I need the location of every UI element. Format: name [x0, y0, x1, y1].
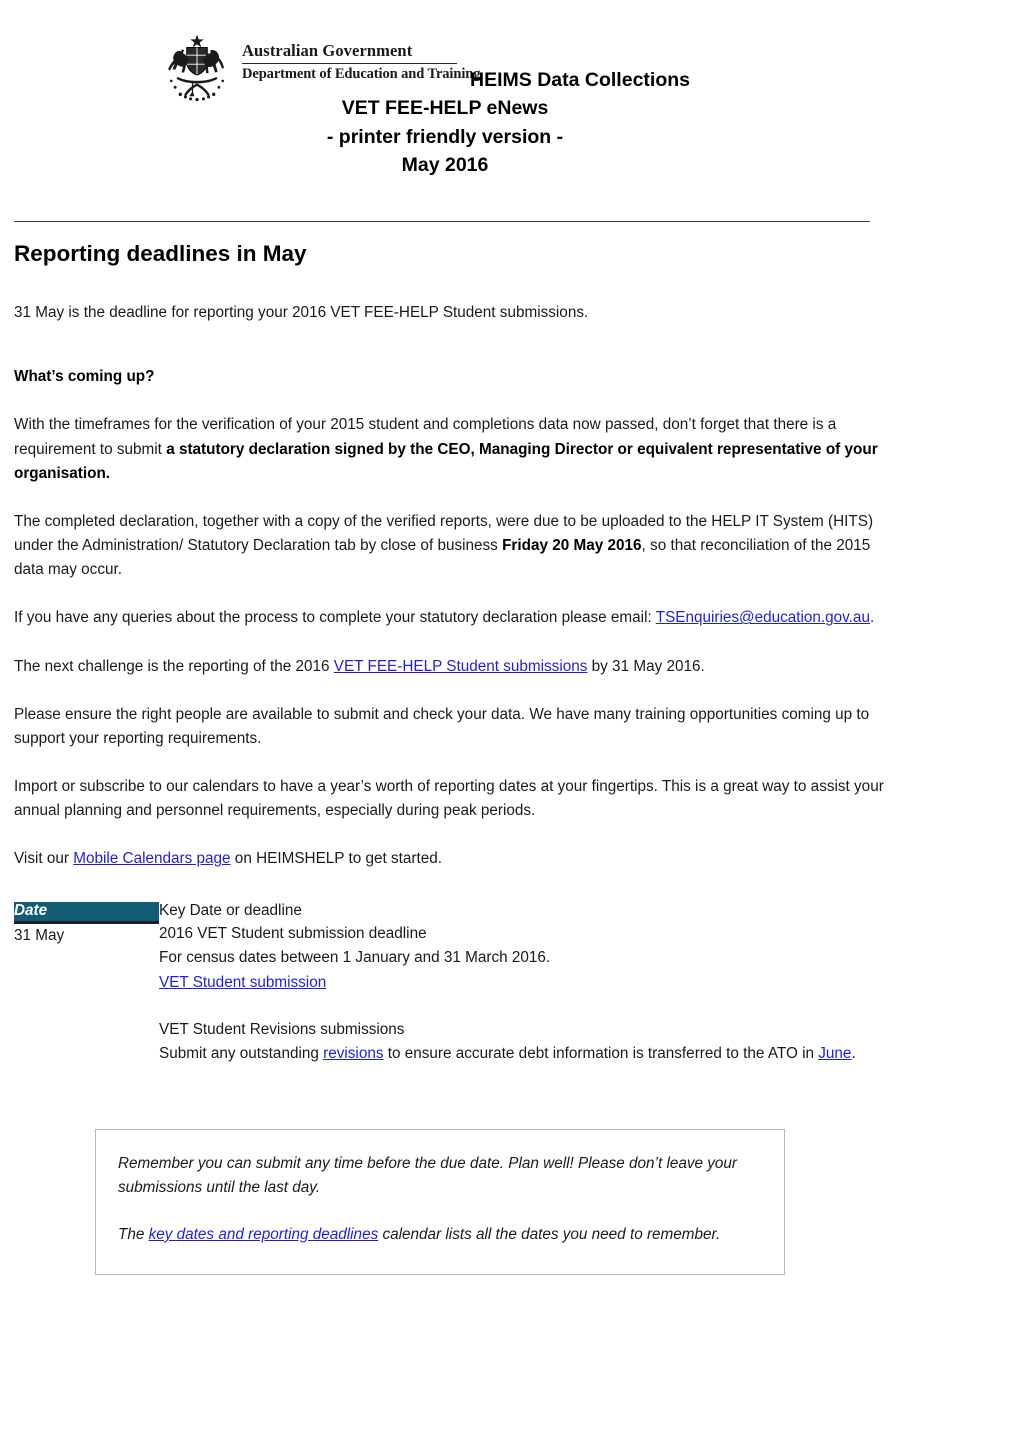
title-vet-fee-help-enews: VET FEE-HELP eNews [341, 97, 549, 120]
june-link[interactable]: June [818, 1045, 851, 1062]
row-deadline-title: 2016 VET Student submission deadline [159, 925, 427, 943]
table-header-row: Date Key Date or deadline [14, 902, 894, 924]
masthead: Australian Government Department of Educ… [0, 0, 1020, 190]
header-divider-rule [14, 221, 870, 222]
title-heims-data-collections: HEIMS Data Collections [470, 69, 690, 91]
table-row: 31 May 2016 VET Student submission deadl… [14, 922, 894, 1066]
row-revisions-detail: Submit any outstanding revisions to ensu… [159, 1042, 894, 1066]
callout-text-lead: The [118, 1225, 149, 1243]
key-dates-and-reporting-deadlines-link[interactable]: key dates and reporting deadlines [149, 1226, 379, 1243]
row-description-cell: 2016 VET Student submission deadline For… [159, 922, 894, 1066]
vet-fee-help-student-submissions-link[interactable]: VET FEE-HELP Student submissions [334, 658, 588, 675]
mobile-calendars-page-link[interactable]: Mobile Calendars page [73, 850, 230, 867]
revisions-text-mid: to ensure accurate debt information is t… [383, 1044, 819, 1062]
queries-text-lead: If you have any queries about the proces… [14, 609, 656, 627]
queries-text-tail: . [869, 609, 875, 627]
next-text-lead: The next challenge is the reporting of t… [14, 657, 334, 675]
callout-text-tail: calendar lists all the dates you need to… [378, 1225, 721, 1243]
key-dates-table: Date Key Date or deadline 31 May 2016 VE… [14, 902, 894, 1066]
revisions-link[interactable]: revisions [323, 1045, 383, 1062]
row-date-cell: 31 May [14, 926, 65, 944]
callout-key-dates-paragraph: The key dates and reporting deadlines ca… [118, 1223, 758, 1247]
visit-text-tail: on HEIMSHELP to get started. [230, 850, 442, 868]
next-text-tail: by 31 May 2016. [587, 657, 705, 675]
next-challenge-paragraph: The next challenge is the reporting of t… [14, 655, 894, 679]
revisions-text-tail: . [851, 1044, 856, 1062]
visit-text-lead: Visit our [14, 850, 74, 868]
page-title: Reporting deadlines in May [14, 241, 307, 266]
declaration-upload-paragraph: The completed declaration, together with… [14, 510, 894, 582]
reminder-callout-box: Remember you can submit any time before … [95, 1129, 785, 1275]
row-revisions-title: VET Student Revisions submissions [159, 1020, 405, 1038]
row-census-dates: For census dates between 1 January and 3… [159, 949, 551, 967]
document-body: Reporting deadlines in May 31 May is the… [14, 240, 894, 1066]
statutory-declaration-paragraph: With the timeframes for the verification… [14, 413, 894, 485]
title-issue-date: May 2016 [401, 153, 489, 176]
branding-divider [242, 62, 457, 64]
deadline-intro-paragraph: 31 May is the deadline for reporting you… [14, 304, 589, 322]
australian-government-label: Australian Government [242, 41, 413, 60]
queries-paragraph: If you have any queries about the proces… [14, 606, 894, 630]
title-printer-friendly-version: - printer friendly version - [326, 125, 564, 148]
right-people-paragraph: Please ensure the right people are avail… [14, 705, 870, 747]
whats-coming-up-heading: What’s coming up? [14, 368, 155, 386]
visit-mobile-calendars-paragraph: Visit our Mobile Calendars page on HEIMS… [14, 847, 894, 871]
column-header-date: Date [14, 902, 159, 924]
calendars-subscribe-paragraph: Import or subscribe to our calendars to … [14, 778, 884, 820]
callout-reminder-paragraph: Remember you can submit any time before … [118, 1155, 738, 1197]
row-spacer [159, 995, 894, 1018]
revisions-text-lead: Submit any outstanding [159, 1044, 324, 1062]
declaration-due-date: Friday 20 May 2016 [502, 537, 642, 555]
newsletter-title-block: HEIMS Data Collections VET FEE-HELP eNew… [200, 66, 690, 179]
vet-student-submission-link[interactable]: VET Student submission [159, 974, 326, 991]
column-header-key-date-or-deadline: Key Date or deadline [159, 902, 302, 920]
tsenquiries-email-link[interactable]: TSEnquiries@education.gov.au [656, 609, 870, 626]
callout-spacer [118, 1201, 758, 1223]
document-page: Australian Government Department of Educ… [0, 0, 1020, 1443]
